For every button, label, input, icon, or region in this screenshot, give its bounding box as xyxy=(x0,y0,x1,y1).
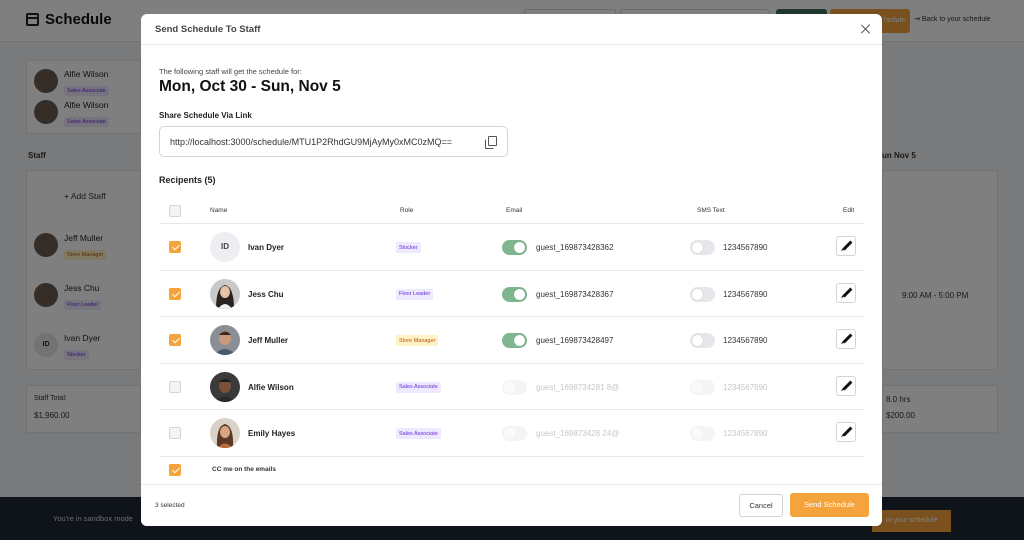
recipient-name: Jeff Muller xyxy=(248,336,289,345)
role-badge: Sales Associate xyxy=(396,428,441,439)
modal-footer: 3 selected Cancel Send Schedule xyxy=(141,484,882,526)
column-name: Name xyxy=(210,207,228,214)
recipients-table: Name Role Email SMS Text Edit ID Ivan Dy… xyxy=(159,198,865,483)
recipient-email: guest_169873428367 xyxy=(536,289,614,299)
recipient-phone: 1234567890 xyxy=(723,382,768,392)
avatar xyxy=(210,325,240,355)
pencil-icon xyxy=(842,240,853,251)
avatar xyxy=(210,278,240,309)
row-checkbox[interactable] xyxy=(169,287,181,300)
recipient-name: Ivan Dyer xyxy=(248,243,285,252)
table-row: ID Ivan Dyer Stocker guest_169873428362 … xyxy=(159,224,865,271)
select-all-checkbox[interactable] xyxy=(169,205,181,217)
intro-text: The following staff will get the schedul… xyxy=(159,67,302,76)
table-header: Name Role Email SMS Text Edit xyxy=(159,198,865,224)
recipient-name: Alfie Wilson xyxy=(248,382,294,392)
edit-button[interactable] xyxy=(836,282,856,303)
edit-button[interactable] xyxy=(836,236,856,256)
recipient-phone: 1234567890 xyxy=(723,243,768,252)
table-row: Alfie Wilson Sales Associate guest_16987… xyxy=(159,364,865,410)
sms-toggle[interactable] xyxy=(690,333,715,348)
recipient-email: guest_1698734281 8@ xyxy=(536,382,620,392)
table-row: Jeff Muller Store Manager guest_16987342… xyxy=(159,317,865,364)
recipient-email: guest_169873428497 xyxy=(536,336,614,345)
pencil-icon xyxy=(842,287,853,297)
recipient-phone: 1234567890 xyxy=(723,429,768,438)
recipient-name: Emily Hayes xyxy=(248,429,296,438)
recipient-name: Jess Chu xyxy=(248,289,284,299)
table-row: Emily Hayes Sales Associate guest_169873… xyxy=(159,410,865,457)
send-schedule-button[interactable]: Send Schedule xyxy=(790,493,869,517)
column-edit: Edit xyxy=(843,207,855,214)
send-schedule-modal: Send Schedule To Staff The following sta… xyxy=(141,14,882,526)
modal-title: Send Schedule To Staff xyxy=(155,24,261,35)
table-row: Jess Chu Floor Leader guest_169873428367… xyxy=(159,271,865,317)
sms-toggle[interactable] xyxy=(690,240,715,255)
column-sms: SMS Text xyxy=(697,207,725,214)
role-badge: Store Manager xyxy=(396,335,439,346)
selected-count: 3 selected xyxy=(155,502,185,509)
avatar xyxy=(210,418,240,448)
row-checkbox[interactable] xyxy=(169,427,181,439)
recipient-email: guest_169873428362 xyxy=(536,243,614,252)
sms-toggle[interactable] xyxy=(690,286,715,302)
share-link-value[interactable]: http://localhost:3000/schedule/MTU1P2Rhd… xyxy=(170,137,452,147)
role-badge: Floor Leader xyxy=(396,288,434,300)
share-link-field[interactable]: http://localhost:3000/schedule/MTU1P2Rhd… xyxy=(159,126,508,157)
pencil-icon xyxy=(842,426,853,437)
avatar xyxy=(210,371,240,402)
recipient-phone: 1234567890 xyxy=(723,289,768,299)
edit-button[interactable] xyxy=(836,422,856,442)
cancel-button[interactable]: Cancel xyxy=(739,494,783,517)
column-email: Email xyxy=(506,207,523,214)
recipient-email: guest_169873428 24@ xyxy=(536,429,620,438)
cc-checkbox[interactable] xyxy=(169,463,181,476)
email-toggle[interactable] xyxy=(502,333,527,348)
role-badge: Sales Associate xyxy=(396,381,441,393)
email-toggle[interactable] xyxy=(502,286,527,302)
sms-toggle[interactable] xyxy=(690,379,715,395)
row-checkbox[interactable] xyxy=(169,334,181,346)
email-toggle[interactable] xyxy=(502,240,527,255)
recipient-phone: 1234567890 xyxy=(723,336,768,345)
column-role: Role xyxy=(400,207,414,214)
cc-row: CC me on the emails xyxy=(159,457,865,483)
edit-button[interactable] xyxy=(836,375,856,396)
email-toggle[interactable] xyxy=(502,426,527,441)
cc-label: CC me on the emails xyxy=(212,465,276,473)
row-checkbox[interactable] xyxy=(169,380,181,393)
copy-icon[interactable] xyxy=(485,136,497,149)
pencil-icon xyxy=(842,380,853,390)
date-range: Mon, Oct 30 - Sun, Nov 5 xyxy=(159,78,341,95)
recipients-title: Recipents (5) xyxy=(159,175,216,185)
modal-header: Send Schedule To Staff xyxy=(141,14,882,45)
role-badge: Stocker xyxy=(396,242,421,253)
email-toggle[interactable] xyxy=(502,379,527,395)
row-checkbox[interactable] xyxy=(169,241,181,253)
pencil-icon xyxy=(842,333,853,344)
edit-button[interactable] xyxy=(836,329,856,349)
sms-toggle[interactable] xyxy=(690,426,715,441)
avatar-initials: ID xyxy=(210,232,240,262)
share-link-label: Share Schedule Via Link xyxy=(159,111,252,120)
close-icon[interactable] xyxy=(859,22,873,36)
